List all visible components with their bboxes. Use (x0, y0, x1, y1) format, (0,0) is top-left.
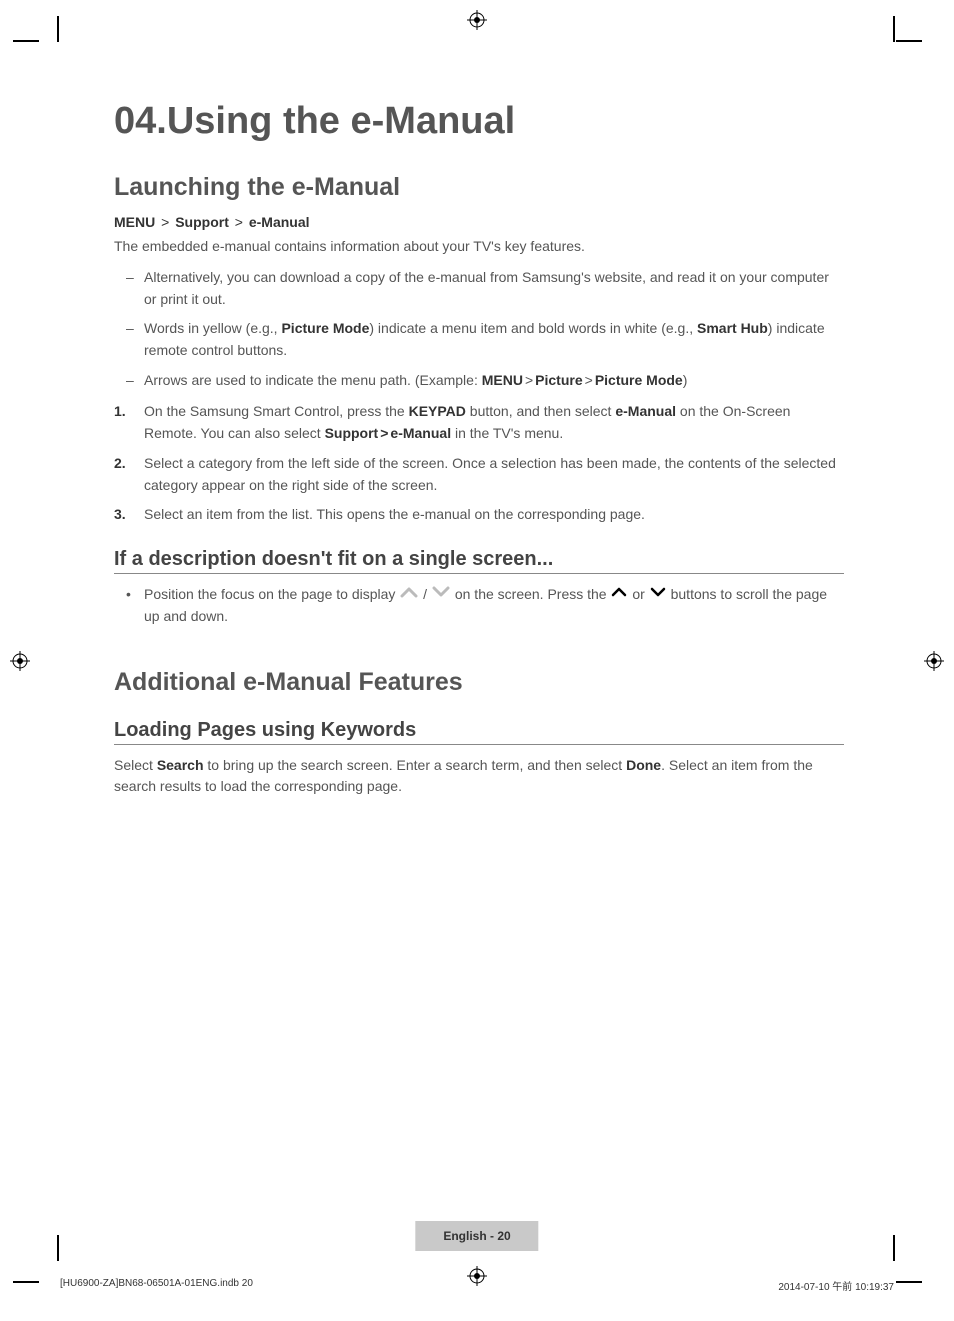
intro-text: The embedded e-manual contains informati… (114, 236, 844, 257)
section-title: Additional e-Manual Features (114, 668, 844, 697)
registration-mark-icon (467, 10, 487, 30)
registration-mark-icon (10, 651, 30, 671)
manual-page: 04.Using the e-Manual Launching the e-Ma… (0, 0, 954, 1321)
bold-term: e-Manual (615, 403, 676, 419)
bold-term: Picture Mode (281, 320, 369, 336)
page-number-badge: English - 20 (415, 1221, 538, 1251)
bold-term: e-Manual (390, 425, 451, 441)
bold-term: Smart Hub (697, 320, 768, 336)
chevron-right-icon: > (235, 214, 243, 230)
list-item: Words in yellow (e.g., Picture Mode) ind… (114, 318, 844, 361)
breadcrumb-item: MENU (114, 214, 155, 230)
chapter-title: 04.Using the e-Manual (114, 100, 844, 143)
step-list: 1. On the Samsung Smart Control, press t… (114, 401, 844, 525)
section-title: Launching the e-Manual (114, 173, 844, 202)
breadcrumb-item: Picture (535, 372, 582, 388)
crop-mark (893, 1235, 895, 1261)
breadcrumb-item: Picture Mode (595, 372, 683, 388)
registration-mark-icon (924, 651, 944, 671)
chevron-up-gray-icon (400, 583, 418, 605)
chevron-right-icon: > (525, 370, 533, 392)
print-footer: [HU6900-ZA]BN68-06501A-01ENG.indb 20 201… (60, 1278, 894, 1293)
menu-path: MENU > Support > e-Manual (114, 214, 844, 230)
list-item: Arrows are used to indicate the menu pat… (114, 370, 844, 392)
chevron-right-icon: > (161, 214, 169, 230)
print-datetime: 2014-07-10 午前 10:19:37 (778, 1278, 894, 1293)
list-item: Alternatively, you can download a copy o… (114, 267, 844, 310)
crop-mark (13, 1281, 39, 1283)
list-item: 2.Select a category from the left side o… (114, 453, 844, 496)
step-number: 3. (114, 504, 126, 526)
crop-mark (13, 40, 39, 42)
note-list: Alternatively, you can download a copy o… (114, 267, 844, 391)
page-content: 04.Using the e-Manual Launching the e-Ma… (114, 90, 844, 807)
bold-term: Support (325, 425, 379, 441)
crop-mark (896, 40, 922, 42)
crop-mark (896, 1281, 922, 1283)
chevron-right-icon: > (585, 370, 593, 392)
subsection-title: Loading Pages using Keywords (114, 719, 844, 745)
crop-mark (893, 16, 895, 42)
breadcrumb-item: Support (175, 214, 229, 230)
chevron-up-icon (611, 583, 627, 605)
step-number: 2. (114, 453, 126, 475)
subsection-title: If a description doesn't fit on a single… (114, 548, 844, 574)
list-item: 1. On the Samsung Smart Control, press t… (114, 401, 844, 444)
step-number: 1. (114, 401, 126, 423)
list-item: Position the focus on the page to displa… (114, 584, 844, 628)
note-list: Position the focus on the page to displa… (114, 584, 844, 628)
chevron-down-gray-icon (432, 583, 450, 605)
breadcrumb-item: MENU (482, 372, 523, 388)
chevron-down-icon (650, 583, 666, 605)
body-text: Select Search to bring up the search scr… (114, 755, 844, 797)
crop-mark (57, 1235, 59, 1261)
bold-term: Search (157, 757, 204, 773)
crop-mark (57, 16, 59, 42)
bold-term: Done (626, 757, 661, 773)
source-filename: [HU6900-ZA]BN68-06501A-01ENG.indb 20 (60, 1278, 253, 1293)
breadcrumb-item: e-Manual (249, 214, 310, 230)
list-item: 3.Select an item from the list. This ope… (114, 504, 844, 526)
chevron-right-icon: > (380, 423, 388, 445)
bold-term: KEYPAD (409, 403, 466, 419)
